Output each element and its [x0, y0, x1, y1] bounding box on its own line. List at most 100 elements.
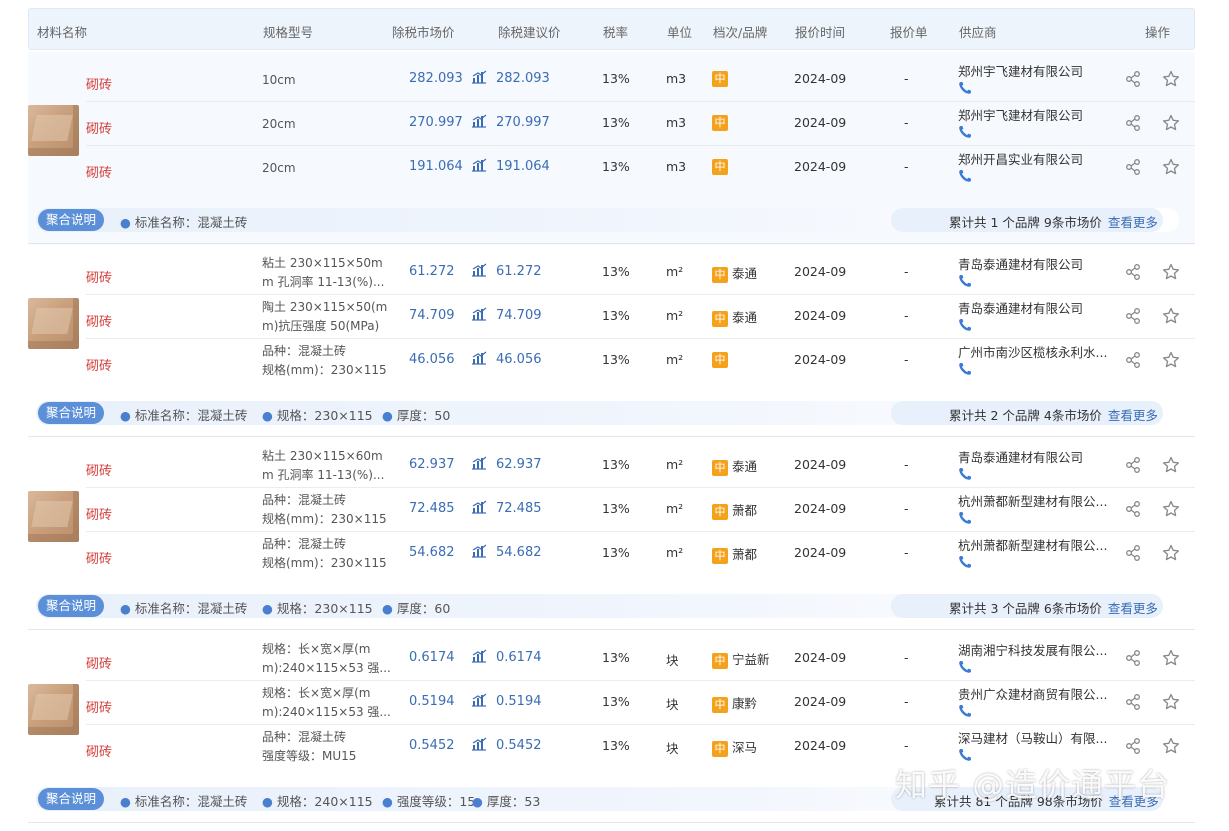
suggested-price: 0.6174: [496, 650, 542, 665]
supplier-name[interactable]: 郑州开昌实业有限公司: [958, 151, 1118, 169]
price-trend-icon[interactable]: [471, 351, 487, 368]
aggregation-item: ● 标准名称：混凝土砖: [120, 791, 247, 810]
unit: m3: [666, 115, 687, 130]
share-icon[interactable]: [1124, 737, 1142, 758]
phone-icon[interactable]: [958, 660, 1118, 677]
share-icon[interactable]: [1124, 500, 1142, 521]
price-trend-icon[interactable]: [471, 307, 487, 324]
price-trend-icon[interactable]: [471, 500, 487, 517]
phone-icon[interactable]: [958, 511, 1118, 528]
spec-line-1: 陶土 230×115×50(m: [262, 300, 388, 314]
phone-icon[interactable]: [958, 318, 1118, 335]
price-trend-icon[interactable]: [471, 263, 487, 280]
quote-time: 2024-09: [794, 501, 847, 516]
price-trend-icon[interactable]: [471, 544, 487, 561]
brand-name: 康黔: [732, 696, 758, 711]
material-name-link[interactable]: 砌砖: [86, 162, 112, 181]
star-icon[interactable]: [1162, 307, 1180, 328]
star-icon[interactable]: [1162, 693, 1180, 714]
quote-time: 2024-09: [794, 457, 847, 472]
quote-sheet: -: [904, 71, 909, 86]
material-name-link[interactable]: 砌砖: [86, 548, 112, 567]
aggregation-note-button[interactable]: 聚合说明: [38, 595, 105, 617]
market-price: 270.997: [409, 115, 463, 130]
grade-badge: 中: [712, 504, 728, 520]
supplier-name[interactable]: 郑州宇飞建材有限公司: [958, 107, 1118, 125]
share-icon[interactable]: [1124, 351, 1142, 372]
supplier-name[interactable]: 青岛泰通建材有限公司: [958, 449, 1118, 467]
share-icon[interactable]: [1124, 158, 1142, 179]
view-more-link[interactable]: 查看更多: [1108, 601, 1158, 616]
material-name-link[interactable]: 砌砖: [86, 267, 112, 286]
star-icon[interactable]: [1162, 456, 1180, 477]
aggregation-note-button[interactable]: 聚合说明: [38, 402, 105, 424]
star-icon[interactable]: [1162, 500, 1180, 521]
price-trend-icon[interactable]: [471, 114, 487, 131]
price-trend-icon[interactable]: [471, 456, 487, 473]
supplier-name[interactable]: 湖南湘宁科技发展有限公...: [958, 642, 1118, 660]
material-name-link[interactable]: 砌砖: [86, 741, 112, 760]
supplier-name[interactable]: 贵州广众建材商贸有限公...: [958, 686, 1118, 704]
phone-icon[interactable]: [958, 274, 1118, 291]
star-icon[interactable]: [1162, 70, 1180, 91]
star-icon[interactable]: [1162, 737, 1180, 758]
phone-icon[interactable]: [958, 362, 1118, 379]
share-icon[interactable]: [1124, 70, 1142, 91]
share-icon[interactable]: [1124, 649, 1142, 670]
view-more-link[interactable]: 查看更多: [1108, 408, 1158, 423]
supplier-name[interactable]: 郑州宇飞建材有限公司: [958, 63, 1118, 81]
share-icon[interactable]: [1124, 544, 1142, 565]
share-icon[interactable]: [1124, 263, 1142, 284]
star-icon[interactable]: [1162, 114, 1180, 135]
phone-icon[interactable]: [958, 169, 1118, 186]
spec-line-1: 粘土 230×115×50m: [262, 256, 383, 270]
aggregation-total-text: 累计共 3 个品牌 6条市场价: [949, 601, 1102, 616]
table-row: 砌砖 粘土 230×115×50m m 孔洞率 11-13(%)... 61.272 6…: [28, 251, 1195, 295]
aggregation-note-button[interactable]: 聚合说明: [38, 209, 105, 231]
col-quote-sheet: 报价单: [890, 25, 928, 40]
grade-badge: 中: [712, 741, 728, 757]
material-name-link[interactable]: 砌砖: [86, 504, 112, 523]
material-name-link[interactable]: 砌砖: [86, 460, 112, 479]
star-icon[interactable]: [1162, 263, 1180, 284]
price-trend-icon[interactable]: [471, 693, 487, 710]
phone-icon[interactable]: [958, 704, 1118, 721]
phone-icon[interactable]: [958, 555, 1118, 572]
bullet-icon: ●: [472, 794, 483, 809]
phone-icon[interactable]: [958, 467, 1118, 484]
tax-rate: 13%: [602, 159, 630, 174]
bullet-icon: ●: [120, 408, 131, 423]
bullet-icon: ●: [262, 601, 273, 616]
price-trend-icon[interactable]: [471, 649, 487, 666]
material-name-link[interactable]: 砌砖: [86, 74, 112, 93]
supplier-name[interactable]: 深马建材（马鞍山）有限...: [958, 730, 1118, 748]
share-icon[interactable]: [1124, 456, 1142, 477]
price-trend-icon[interactable]: [471, 70, 487, 87]
supplier-name[interactable]: 青岛泰通建材有限公司: [958, 256, 1118, 274]
aggregation-note-button[interactable]: 聚合说明: [38, 788, 105, 810]
star-icon[interactable]: [1162, 158, 1180, 179]
price-trend-icon[interactable]: [471, 737, 487, 754]
material-name-link[interactable]: 砌砖: [86, 355, 112, 374]
star-icon[interactable]: [1162, 544, 1180, 565]
star-icon[interactable]: [1162, 649, 1180, 670]
aggregation-total: 累计共 1 个品牌 9条市场价 查看更多: [949, 212, 1158, 231]
market-price: 0.5452: [409, 738, 455, 753]
share-icon[interactable]: [1124, 307, 1142, 328]
star-icon[interactable]: [1162, 351, 1180, 372]
material-name-link[interactable]: 砌砖: [86, 653, 112, 672]
phone-icon[interactable]: [958, 125, 1118, 142]
view-more-link[interactable]: 查看更多: [1108, 215, 1158, 230]
supplier-name[interactable]: 广州市南沙区榄核永利水...: [958, 344, 1118, 362]
material-name-link[interactable]: 砌砖: [86, 697, 112, 716]
brand-name: 宁益新: [732, 652, 770, 667]
share-icon[interactable]: [1124, 693, 1142, 714]
material-name-link[interactable]: 砌砖: [86, 311, 112, 330]
material-name-link[interactable]: 砌砖: [86, 118, 112, 137]
supplier-name[interactable]: 杭州萧都新型建材有限公...: [958, 493, 1118, 511]
phone-icon[interactable]: [958, 81, 1118, 98]
supplier-name[interactable]: 青岛泰通建材有限公司: [958, 300, 1118, 318]
share-icon[interactable]: [1124, 114, 1142, 135]
price-trend-icon[interactable]: [471, 158, 487, 175]
supplier-name[interactable]: 杭州萧都新型建材有限公...: [958, 537, 1118, 555]
